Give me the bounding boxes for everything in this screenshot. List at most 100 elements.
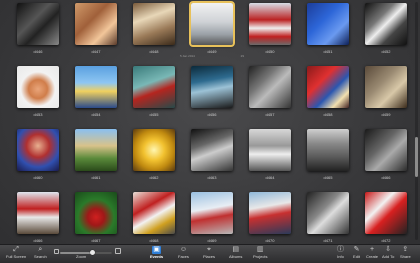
event-thumbnail[interactable]: [75, 129, 117, 171]
event-caption: d453: [33, 112, 43, 117]
event-tile[interactable]: d467: [70, 192, 122, 248]
event-thumbnail[interactable]: [75, 192, 117, 234]
toolbar-button-edit[interactable]: ✎ Edit: [352, 246, 361, 263]
event-tile[interactable]: d463: [186, 129, 238, 185]
event-tile[interactable]: d451: [302, 3, 354, 59]
event-tile[interactable]: d466: [12, 192, 64, 248]
toolbar-button-albums[interactable]: ▤ Albums: [229, 246, 242, 263]
event-thumbnail[interactable]: [191, 66, 233, 108]
toolbar-button-info[interactable]: ⓘ Info: [336, 246, 345, 263]
event-tile[interactable]: d450: [244, 3, 296, 59]
event-caption: d451: [323, 49, 333, 54]
event-caption: d455: [149, 112, 159, 117]
toolbar-label: Zoom: [76, 254, 87, 259]
projects-icon: ▥: [256, 246, 264, 253]
event-tile[interactable]: d464: [244, 129, 296, 185]
event-tile[interactable]: d454: [70, 66, 122, 122]
event-tile[interactable]: d470: [244, 192, 296, 248]
event-thumbnail[interactable]: [191, 129, 233, 171]
event-thumbnail[interactable]: [17, 66, 59, 108]
event-tile[interactable]: d472: [360, 192, 412, 248]
event-tile[interactable]: d456: [186, 66, 238, 122]
scrollbar[interactable]: [415, 2, 418, 240]
event-thumbnail[interactable]: [249, 192, 291, 234]
event-thumbnail[interactable]: [133, 3, 175, 45]
event-tile[interactable]: d457: [244, 66, 296, 122]
event-caption: d472: [381, 238, 391, 243]
event-thumbnail[interactable]: [307, 129, 349, 171]
event-tile[interactable]: d446: [12, 3, 64, 59]
toolbar-button-events[interactable]: ▣ Events: [150, 246, 163, 263]
event-thumbnail[interactable]: [249, 66, 291, 108]
event-tile[interactable]: d458: [302, 66, 354, 122]
zoom-slider-knob[interactable]: [89, 250, 95, 255]
event-thumbnail[interactable]: [307, 192, 349, 234]
toolbar-label: Info: [337, 254, 344, 259]
event-caption: d446: [33, 49, 43, 54]
event-thumbnail[interactable]: [307, 3, 349, 45]
event-thumbnail[interactable]: [249, 3, 291, 45]
event-thumbnail[interactable]: [75, 66, 117, 108]
event-thumbnail[interactable]: [133, 192, 175, 234]
scrollbar-thumb[interactable]: [415, 136, 418, 177]
event-caption: d458: [323, 112, 333, 117]
event-date: 5 Jan 2014: [180, 54, 195, 58]
event-thumbnail[interactable]: [365, 66, 407, 108]
event-thumbnail[interactable]: [133, 66, 175, 108]
toolbar-label: Edit: [353, 254, 360, 259]
event-tile[interactable]: d459: [360, 66, 412, 122]
toolbar-button-projects[interactable]: ▥ Projects: [253, 246, 267, 263]
event-caption: d470: [265, 238, 275, 243]
event-thumbnail[interactable]: [17, 192, 59, 234]
event-tile[interactable]: d469: [186, 192, 238, 248]
event-tile[interactable]: d461: [70, 129, 122, 185]
event-caption: d459: [381, 112, 391, 117]
event-thumbnail[interactable]: [365, 3, 407, 45]
event-thumbnail[interactable]: [189, 1, 235, 47]
toolbar-button-create[interactable]: + Create: [366, 246, 378, 263]
zoom-large-icon[interactable]: [115, 248, 121, 254]
event-tile[interactable]: d462: [128, 129, 180, 185]
toolbar-button-zoom[interactable]: Zoom: [76, 246, 86, 263]
event-thumbnail[interactable]: [365, 129, 407, 171]
event-thumbnail[interactable]: [17, 3, 59, 45]
info-icon: ⓘ: [337, 246, 344, 253]
toolbar-button-add-to[interactable]: ⇩ Add To: [382, 246, 394, 263]
toolbar-button-full-screen[interactable]: ⤢ Full Screen: [6, 246, 26, 263]
event-tile[interactable]: d455: [128, 66, 180, 122]
toolbar-button-faces[interactable]: ☺ Faces: [178, 246, 189, 263]
toolbar-label: Albums: [229, 254, 243, 259]
event-tile[interactable]: d453: [12, 66, 64, 122]
event-tile[interactable]: d466: [360, 129, 412, 185]
event-thumbnail[interactable]: [249, 129, 291, 171]
event-tile[interactable]: d448: [128, 3, 180, 59]
toolbar-label: Full Screen: [6, 254, 27, 259]
event-caption: d468: [149, 238, 159, 243]
toolbar-button-places[interactable]: ⌖ Places: [203, 246, 215, 263]
event-tile[interactable]: d468: [128, 192, 180, 248]
event-thumbnail[interactable]: [307, 66, 349, 108]
event-caption: d465: [323, 175, 333, 180]
event-thumbnail[interactable]: [133, 129, 175, 171]
event-thumbnail[interactable]: [191, 192, 233, 234]
event-caption: d466: [381, 175, 391, 180]
event-caption: d466: [33, 238, 43, 243]
toolbar-label: Places: [203, 254, 216, 259]
event-tile[interactable]: d452: [360, 3, 412, 59]
toolbar-button-share[interactable]: ⇪ Share: [400, 246, 411, 263]
event-thumbnail[interactable]: [365, 192, 407, 234]
full-screen-icon: ⤢: [13, 246, 19, 253]
toolbar-label: Events: [150, 254, 164, 259]
zoom-small-icon[interactable]: [54, 249, 59, 254]
event-tile[interactable]: d471: [302, 192, 354, 248]
toolbar-label: Projects: [253, 254, 268, 259]
event-thumbnail[interactable]: [17, 129, 59, 171]
event-tile[interactable]: d465: [302, 129, 354, 185]
event-tile[interactable]: d447: [70, 3, 122, 59]
toolbar-label: Share: [400, 254, 411, 259]
event-tile[interactable]: d460: [12, 129, 64, 185]
toolbar-button-search[interactable]: ⌕ Search: [34, 246, 47, 263]
albums-icon: ▤: [232, 246, 239, 253]
event-tile[interactable]: d449 5 Jan 2014 29: [180, 1, 244, 59]
event-thumbnail[interactable]: [75, 3, 117, 45]
